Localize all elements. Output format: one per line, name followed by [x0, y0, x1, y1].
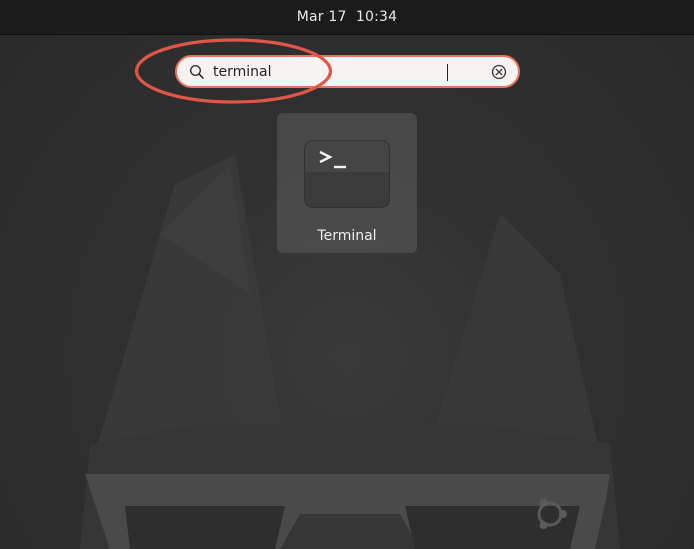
terminal-icon: [304, 140, 390, 208]
app-result-terminal[interactable]: Terminal: [277, 113, 417, 253]
text-caret: [447, 64, 448, 81]
app-result-label: Terminal: [317, 228, 377, 244]
wallpaper-mascot-image: [80, 154, 620, 549]
clear-icon[interactable]: [491, 64, 507, 80]
search-input[interactable]: [213, 61, 483, 83]
desktop-screen: Mar 17 10:34 terminal Terminal: [0, 0, 694, 549]
clock-label[interactable]: Mar 17 10:34: [297, 9, 398, 25]
search-icon: [189, 64, 204, 79]
top-bar: Mar 17 10:34: [0, 0, 694, 35]
search-field[interactable]: [175, 55, 520, 88]
